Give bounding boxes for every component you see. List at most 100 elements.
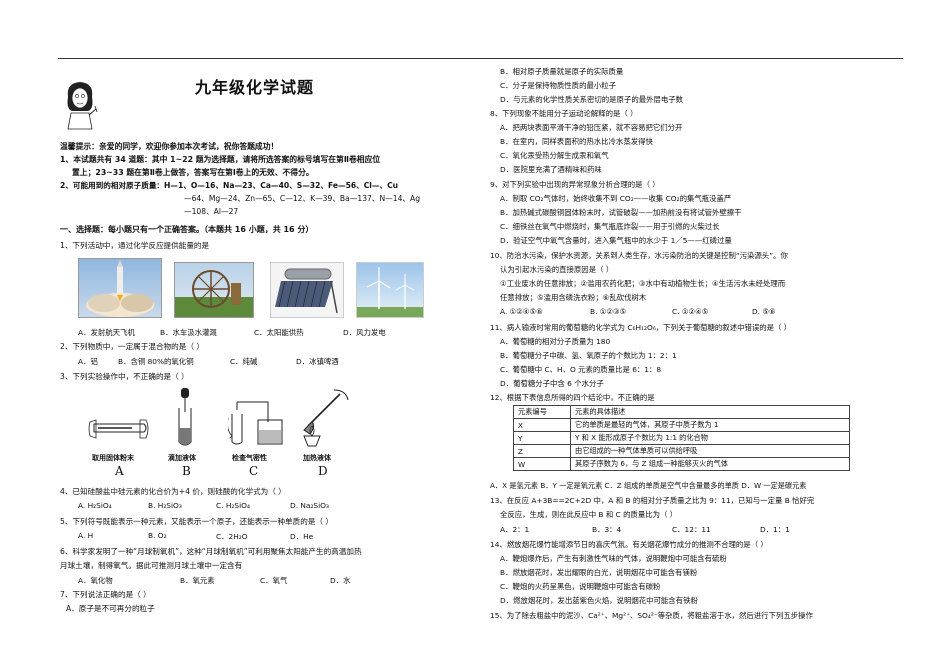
notice-line-1: 温馨提示：亲爱的同学，欢迎你参加本次考试，祝你答题成功！ bbox=[60, 142, 279, 151]
q11-option-a: A．葡萄糖的相对分子质量为 180 bbox=[500, 337, 611, 346]
q5-option-a: A. H bbox=[78, 531, 94, 540]
question-2: 2、下列物质中，一定属于混合物的是（ ） bbox=[60, 342, 204, 351]
q12-options: A．X 是氢元素 B．Y 一定是氧元素 C．Z 组成的单质是空气中含量最多的单质… bbox=[490, 481, 807, 490]
q6-option-d: D．水 bbox=[330, 576, 351, 585]
student-cartoon-icon bbox=[67, 82, 98, 130]
table-header-cell: 元素的具体描述 bbox=[570, 405, 850, 419]
q3-label-c: 检查气密性 bbox=[232, 454, 267, 462]
q14-option-a: A．鞭炮爆炸后，产生有刺激性气味的气体，说明鞭炮中可能含有硫粉 bbox=[500, 554, 727, 563]
question-6-line-1: 6、科学家发明了一种“月球制氧机”，这种“月球制氧机”可利用聚焦太阳能产生的高温… bbox=[60, 547, 362, 556]
table-row: X 它的单质是最轻的气体，其原子中质子数为 1 bbox=[513, 418, 850, 432]
question-10-line-2: 认为引起水污染的直接原因是（ ） bbox=[500, 265, 614, 274]
notice-line-4: 2、可能用到的相对原子质量：H—1、O—16、Na—23、Ca—40、S—32、… bbox=[60, 181, 399, 190]
rocket-launch-image bbox=[78, 258, 162, 318]
q9-option-a: A．制取 CO₂气体时，始终收集不到 CO₂——收集 CO₂的集气瓶没盖严 bbox=[500, 194, 732, 203]
question-10-line-4: 任意排放；⑤滥用含磷洗衣粉；⑥乱砍伐树木 bbox=[500, 293, 647, 302]
q2-option-c: C．纯碱 bbox=[230, 357, 258, 366]
q11-option-b: B．葡萄糖分子中碳、氢、氧原子的个数比为 1：2：1 bbox=[500, 351, 677, 360]
q10-option-d: D. ⑤⑥ bbox=[752, 307, 776, 316]
q13-option-a: A．2：1 bbox=[500, 525, 530, 534]
table-cell: W bbox=[513, 457, 571, 471]
question-10-line-1: 10、防治水污染，保护水资源，关系到人类生存，水污染防治的关键是控制“污染源头”… bbox=[490, 251, 788, 260]
q3-label-d: 加热液体 bbox=[303, 454, 331, 462]
question-1: 1、下列活动中，通过化学反应提供能量的是 bbox=[60, 241, 210, 250]
table-cell: X bbox=[513, 418, 571, 432]
q8-option-b: B．在室内，同样表面积的热水比冷水蒸发得快 bbox=[500, 137, 653, 146]
q10-option-c: C. ①②④⑤ bbox=[672, 307, 709, 316]
q9-option-c: C．细铁丝在氧气中燃烧时，集气瓶底炸裂——用于引燃的火柴过长 bbox=[500, 222, 720, 231]
question-11: 11、病人输液时常用的葡萄糖的化学式为 C₆H₁₂O₆，下列关于葡萄糖的叙述中错… bbox=[490, 323, 792, 332]
q5-option-c: C．2H₂O bbox=[216, 532, 248, 541]
q2-option-b: B．含铜 80%的氧化铜 bbox=[118, 357, 194, 366]
section-heading: 一、选择题：每小题只有一个正确答案。（本题共 16 小题，共 16 分） bbox=[60, 225, 314, 234]
question-12: 12、根据下表信息所得的四个结论中，不正确的是 bbox=[490, 393, 655, 402]
solar-heater-image bbox=[270, 262, 344, 318]
airtightness-check-icon bbox=[228, 401, 283, 445]
table-header-row: 元素编号 元素的具体描述 bbox=[513, 405, 850, 419]
table-header-cell: 元素编号 bbox=[513, 405, 571, 419]
q7-option-d: D．与元素的化学性质关系密切的是原子的最外层电子数 bbox=[500, 95, 684, 104]
q13-option-c: C．12：11 bbox=[672, 525, 711, 534]
q14-option-d: D．燃放烟花时，发出蓝紫色火焰，说明烟花中可能含有铁粉 bbox=[500, 596, 698, 605]
q13-option-b: B．3：4 bbox=[592, 525, 622, 534]
notice-line-3: 置上；23~33 题在第Ⅱ卷上做答，答案写在第Ⅰ卷上的无效、不得分。 bbox=[72, 168, 314, 177]
q7-option-b: B．相对原子质量就是原子的实际质量 bbox=[500, 67, 624, 76]
q1-option-d: D．风力发电 bbox=[343, 328, 386, 337]
q6-option-a: A．氧化物 bbox=[78, 576, 113, 585]
question-10-line-3: ①工业废水的任意排放；②滥用农药化肥；③水中有动植物生长；④生活污水未经处理而 bbox=[500, 279, 786, 288]
header-rule bbox=[58, 58, 903, 59]
question-8: 8、下列现象不能用分子运动论解释的是（ ） bbox=[490, 109, 638, 118]
q2-option-d: D．冰镇啤酒 bbox=[296, 357, 339, 366]
q3-letter-d: D bbox=[318, 464, 328, 478]
question-3: 3、下列实验操作中，不正确的是（ ） bbox=[60, 372, 189, 381]
question-15: 15、为了除去粗盐中的泥沙、Ca²⁺、Mg²⁺、SO₄²⁻等杂质，将粗盐溶于水，… bbox=[490, 611, 813, 620]
notice-line-2: 1、本试题共有 34 道题：其中 1~22 题为选择题，请将所选答案的标号填写在… bbox=[60, 155, 381, 164]
table-row: Y Y 和 X 能形成原子个数比为 1:1 的化合物 bbox=[513, 431, 850, 445]
q2-option-a: A．铝 bbox=[78, 357, 98, 366]
question-13-line-2: 全反应，生成，则在此反应中 B 和 C 的质量比为（ ） bbox=[500, 510, 678, 519]
q10-option-b: B. ①②③⑤ bbox=[590, 307, 627, 316]
q7-option-a: A．原子是不可再分的粒子 bbox=[66, 604, 155, 613]
q3-letter-c: C bbox=[249, 464, 259, 478]
q4-option-d: D. Na₂SiO₃ bbox=[290, 501, 329, 510]
q5-option-b: B. O₂ bbox=[148, 531, 167, 540]
question-4: 4、已知硅酸盐中硅元素的化合价为+4 价，则硅酸的化学式为（ ） bbox=[60, 487, 286, 496]
q11-option-c: C．葡萄糖中 C、H、O 元素的质量比是 6：1：8 bbox=[500, 365, 662, 374]
question-14: 14、燃放烟花爆竹能增添节日的喜庆气氛。有关烟花爆竹成分的推测不合理的是（ ） bbox=[490, 540, 768, 549]
wind-turbine-image bbox=[356, 262, 424, 318]
q3-label-a: 取用固体粉末 bbox=[92, 454, 134, 462]
heating-liquid-icon bbox=[303, 389, 349, 447]
table-cell: Z bbox=[513, 444, 571, 458]
test-tube-powder-icon bbox=[88, 419, 149, 439]
q14-option-b: B．燃放烟花时，发出耀眼的白光，说明烟花中可能含有镁粉 bbox=[500, 568, 698, 577]
q6-option-b: B．氧元素 bbox=[180, 576, 215, 585]
notice-line-5: —64、Mg—24、Zn—65、C—12、K—39、Ba—137、N—14、Ag bbox=[184, 194, 421, 203]
waterwheel-image bbox=[174, 262, 254, 318]
q8-option-d: D．医院里充满了酒精味和药味 bbox=[500, 165, 602, 174]
q9-option-d: D．验证空气中氧气含量时，进入集气瓶中的水少于 1／5——红磷过量 bbox=[500, 236, 732, 245]
question-6-line-2: 月球土壤，制得氧气。据此可推测月球土壤中一定含有 bbox=[60, 561, 243, 570]
table-cell: Y 和 X 能形成原子个数比为 1:1 的化合物 bbox=[570, 431, 850, 445]
page-title: 九年级化学试题 bbox=[195, 78, 315, 97]
question-5: 5、下列符号既能表示一种元素，又能表示一个原子，还能表示一种单质的是（ ） bbox=[60, 517, 334, 526]
element-info-table: 元素编号 元素的具体描述 X 它的单质是最轻的气体，其原子中质子数为 1 Y Y… bbox=[513, 405, 850, 471]
q14-option-c: C．鞭炮的火药呈黑色，说明鞭炮中可能含有碳粉 bbox=[500, 582, 661, 591]
q1-option-a: A．发射航天飞机 bbox=[78, 328, 135, 337]
question-13-line-1: 13、在反应 A+3B==2C+2D 中，A 和 B 的相对分子质量之比为 9：… bbox=[490, 496, 815, 505]
q5-option-d: D．He bbox=[290, 532, 314, 541]
table-cell: 它的单质是最轻的气体，其原子中质子数为 1 bbox=[570, 418, 850, 432]
q4-option-c: C. H₂SiO₄ bbox=[216, 501, 250, 510]
q3-label-b: 滴加液体 bbox=[168, 454, 196, 462]
q13-option-d: D．1：1 bbox=[760, 525, 790, 534]
q3-letter-b: B bbox=[182, 464, 191, 478]
question-9: 9、对下列实验中出现的异常现象分析合理的是（ ） bbox=[490, 180, 660, 189]
q8-option-c: C．氧化汞受热分解生成汞和氧气 bbox=[500, 151, 609, 160]
q9-option-b: B．加热碱式碳酸铜固体粉末时，试管破裂——加热前没有将试管外壁擦干 bbox=[500, 208, 742, 217]
table-row: W 其原子序数为 6，与 Z 组成一种能够灭火的气体 bbox=[513, 457, 850, 471]
table-cell: 由它组成的一种气体单质可以供给呼吸 bbox=[570, 444, 850, 458]
table-cell: Y bbox=[513, 431, 571, 445]
q6-option-c: C．氧气 bbox=[260, 576, 288, 585]
q3-letter-a: A bbox=[115, 464, 124, 478]
table-row: Z 由它组成的一种气体单质可以供给呼吸 bbox=[513, 444, 850, 458]
notice-line-6: —108、Al—27 bbox=[184, 207, 239, 216]
